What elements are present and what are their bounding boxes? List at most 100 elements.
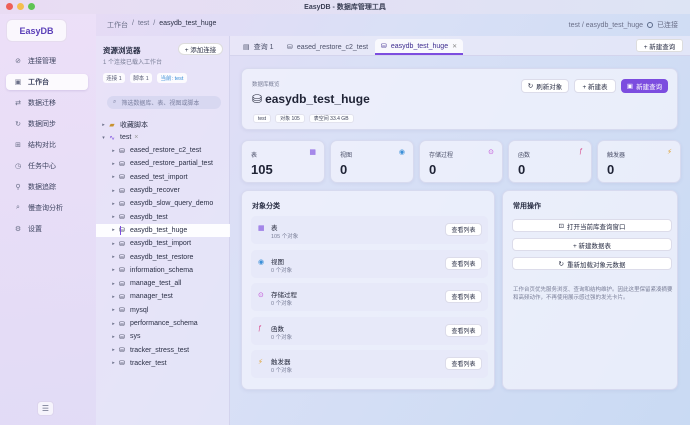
tree-connection[interactable]: ▾ ∿ test × xyxy=(96,131,230,144)
category-count: 0 个对象 xyxy=(271,301,293,307)
minimize-window-button[interactable] xyxy=(17,3,24,10)
tree-item-label: eased_restore_partial_test xyxy=(130,160,213,168)
tab-label: easydb_test_huge xyxy=(390,42,449,50)
sidebar-item-7[interactable]: ⌕ 慢查询分析 xyxy=(6,200,88,216)
chevron-right-icon[interactable]: ▸ xyxy=(110,281,117,287)
chip-scripts[interactable]: 脚本 1 xyxy=(130,73,152,83)
new-table-button[interactable]: + 新建表 xyxy=(574,79,616,93)
sidebar-item-label: 连接管理 xyxy=(28,58,56,65)
tab-2[interactable]: ⛁ easydb_test_huge ✕ xyxy=(375,39,464,55)
new-data-table-button[interactable]: + 新建数据表 xyxy=(512,238,672,251)
tree-database[interactable]: ▸ ⛁ information_schema xyxy=(96,264,230,277)
chevron-right-icon[interactable]: ▸ xyxy=(110,267,117,273)
sidebar-item-5[interactable]: ◷ 任务中心 xyxy=(6,158,88,174)
tree-database[interactable]: ▸ ⛁ easydb_slow_query_demo xyxy=(96,197,230,210)
breadcrumb-connection[interactable]: test xyxy=(138,20,149,30)
stat-value: 0 xyxy=(518,162,526,177)
chevron-right-icon[interactable]: ▸ xyxy=(110,201,117,207)
chevron-right-icon[interactable]: ▸ xyxy=(100,122,107,128)
tab-0[interactable]: ▤ 查询 1 xyxy=(237,39,279,55)
chevron-right-icon[interactable]: ▸ xyxy=(110,227,117,233)
table-icon: ▤ xyxy=(243,44,250,51)
sidebar-item-6[interactable]: ⚲ 数据追踪 xyxy=(6,179,88,195)
sidebar-item-1[interactable]: ▣ 工作台 xyxy=(6,74,88,90)
tab-1[interactable]: ⛁ eased_restore_c2_test xyxy=(281,39,374,55)
tree-database[interactable]: ▸ ⛁ tracker_stress_test xyxy=(96,344,230,357)
chevron-right-icon[interactable]: ▸ xyxy=(110,347,117,353)
chevron-right-icon[interactable]: ▸ xyxy=(110,360,117,366)
category-name: 表 xyxy=(271,225,278,232)
tree-item-label: manage_test_all xyxy=(130,280,182,288)
sidebar-item-2[interactable]: ⇄ 数据迁移 xyxy=(6,95,88,111)
chip-connections[interactable]: 连接 1 xyxy=(103,73,125,83)
stat-card: 触发器 0 ⚡ xyxy=(597,140,681,183)
sidebar-item-3[interactable]: ↻ 数据同步 xyxy=(6,116,88,132)
close-window-button[interactable] xyxy=(6,3,13,10)
resource-explorer: 资源浏览器 1 个连接已载入工作台 + 添加连接 连接 1 脚本 1 当前: t… xyxy=(96,36,230,425)
sidebar-nav: EasyDB ⊘ 连接管理 ▣ 工作台 ⇄ 数据迁移 ↻ 数据同步 ⊞ 结构对比 ◷ 任务中心 ⚲ 数据追… xyxy=(0,14,96,425)
stat-value: 105 xyxy=(251,162,273,177)
refresh-objects-button[interactable]: ↻ 刷新对象 xyxy=(521,79,569,93)
reload-metadata-button[interactable]: ↻ 重新加载对象元数据 xyxy=(512,257,672,270)
tree-database[interactable]: ▸ ⛁ easydb_test xyxy=(96,211,230,224)
sidebar-item-8[interactable]: ⚙ 设置 xyxy=(6,221,88,237)
chip-current[interactable]: 当前: test xyxy=(157,73,187,83)
view-list-button[interactable]: 查看列表 xyxy=(445,323,482,337)
tree-database[interactable]: ▸ ⛁ manager_test xyxy=(96,290,230,303)
tree-database[interactable]: ▸ ⛁ mysql xyxy=(96,304,230,317)
view-list-button[interactable]: 查看列表 xyxy=(445,223,482,236)
chevron-right-icon[interactable]: ▸ xyxy=(110,307,117,313)
add-connection-button[interactable]: + 添加连接 xyxy=(178,43,223,55)
view-list-button[interactable]: 查看列表 xyxy=(445,357,482,370)
sidebar-item-0[interactable]: ⊘ 连接管理 xyxy=(6,53,88,69)
status-path: test / easydb_test_huge xyxy=(568,21,643,29)
settings-icon: ⚙ xyxy=(14,226,22,233)
tree-database[interactable]: ▸ ⛁ easydb_test_huge xyxy=(96,223,230,238)
tree-database[interactable]: ▸ ⛁ performance_schema xyxy=(96,317,230,330)
tree-favorites[interactable]: ▸ ▰ 收藏脚本 xyxy=(96,118,230,131)
tree-database[interactable]: ▸ ⛁ manage_test_all xyxy=(96,277,230,290)
database-icon: ⛁ xyxy=(119,347,125,355)
breadcrumb-workbench[interactable]: 工作台 xyxy=(107,20,128,30)
db-icon: ⛁ xyxy=(381,43,387,50)
link-icon: ⊘ xyxy=(15,58,21,65)
tree-database[interactable]: ▸ ⛁ easydb_test_restore xyxy=(96,250,230,263)
category-name: 视图 xyxy=(271,258,284,266)
chevron-right-icon[interactable]: ▸ xyxy=(110,148,117,154)
chevron-right-icon[interactable]: ▸ xyxy=(110,241,117,247)
sidebar-item-4[interactable]: ⊞ 结构对比 xyxy=(6,137,88,153)
tree-database[interactable]: ▸ ⛁ easydb_test_import xyxy=(96,237,230,250)
tree-database[interactable]: ▸ ⛁ eased_restore_c2_test xyxy=(96,144,230,157)
zoom-window-button[interactable] xyxy=(28,3,35,10)
new-query-tab-button[interactable]: + 新建查询 xyxy=(636,39,683,52)
chevron-right-icon[interactable]: ▸ xyxy=(110,214,117,220)
chevron-right-icon[interactable]: ▸ xyxy=(110,294,117,300)
breadcrumb: 工作台 / test / easydb_test_huge xyxy=(107,20,216,30)
chevron-right-icon[interactable]: ▸ xyxy=(110,334,117,340)
database-icon: ⛁ xyxy=(119,267,125,275)
query-icon: ▣ xyxy=(626,83,634,90)
category-row: ⊙ 存储过程 0 个对象 查看列表 xyxy=(251,283,488,311)
chevron-right-icon[interactable]: ▸ xyxy=(110,161,117,167)
chevron-down-icon[interactable]: ▾ xyxy=(100,135,107,141)
chevron-right-icon[interactable]: ▸ xyxy=(110,321,117,327)
chevron-right-icon[interactable]: ▸ xyxy=(110,254,117,260)
new-query-button[interactable]: ▣ 新建查询 xyxy=(621,79,668,93)
database-icon: ⛁ xyxy=(252,92,263,106)
tree-database[interactable]: ▸ ⛁ sys xyxy=(96,330,230,343)
tree-database[interactable]: ▸ ⛁ eased_test_import xyxy=(96,171,230,184)
chevron-right-icon[interactable]: ▸ xyxy=(110,174,117,180)
close-tab-icon[interactable]: ✕ xyxy=(452,43,457,50)
close-connection-icon[interactable]: × xyxy=(134,134,138,141)
view-list-button[interactable]: 查看列表 xyxy=(445,256,482,270)
tree-database[interactable]: ▸ ⛁ easydb_recover xyxy=(96,184,230,197)
tree-database[interactable]: ▸ ⛁ eased_restore_partial_test xyxy=(96,157,230,170)
tree-database[interactable]: ▸ ⛁ tracker_test xyxy=(96,357,230,370)
menu-icon[interactable]: ☰ xyxy=(37,401,54,416)
chevron-right-icon[interactable]: ▸ xyxy=(110,188,117,194)
view-list-button[interactable]: 查看列表 xyxy=(445,290,482,303)
explorer-search-input[interactable]: ⌕ 筛选数据库、表、视图或脚本 xyxy=(107,96,221,109)
table-icon: ▦ xyxy=(258,225,265,232)
app-logo[interactable]: EasyDB xyxy=(6,19,67,42)
open-query-window-button[interactable]: ⊡ 打开当前库查询窗口 xyxy=(512,219,672,232)
